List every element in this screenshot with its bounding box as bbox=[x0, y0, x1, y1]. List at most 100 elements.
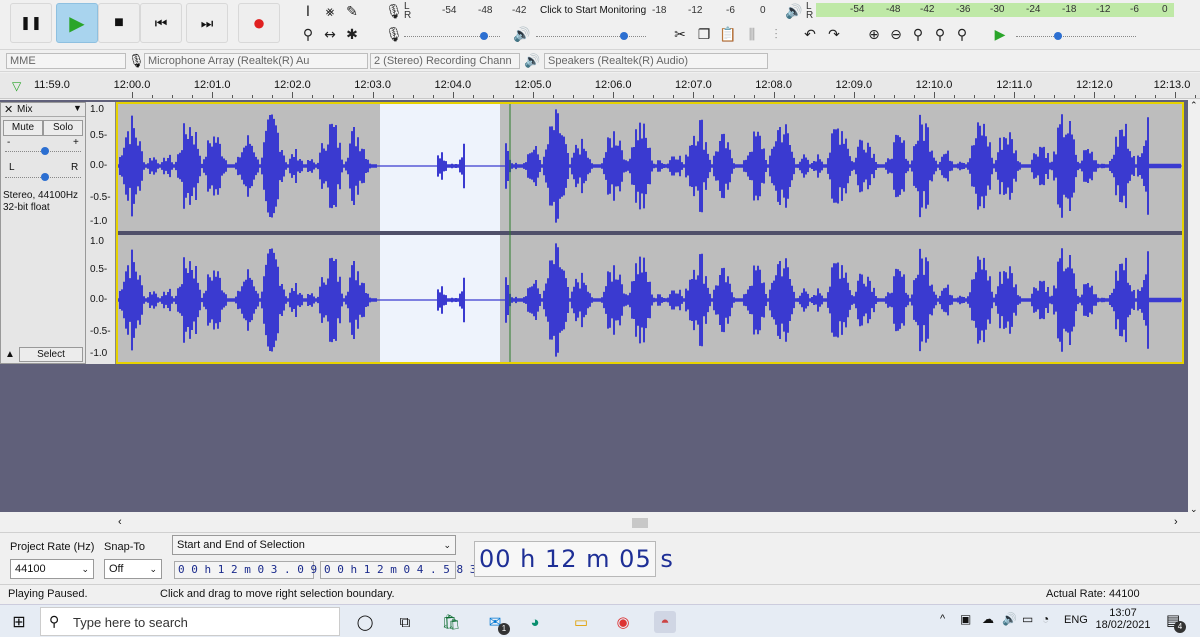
selection-format-select[interactable]: Start and End of Selection ⌄ bbox=[172, 535, 456, 555]
track-menu-arrow-icon[interactable]: ▼ bbox=[73, 103, 82, 113]
slider-knob[interactable] bbox=[620, 32, 628, 40]
undo-button[interactable]: ↶ bbox=[800, 25, 820, 45]
time-shift-tool[interactable]: ↔ bbox=[320, 25, 340, 45]
mail-app[interactable]: ✉ 1 bbox=[484, 611, 510, 635]
tray-app-icon[interactable]: ▣ bbox=[960, 612, 971, 626]
select-track-button[interactable]: Select bbox=[19, 347, 83, 362]
clock[interactable]: 13:07 18/02/2021 bbox=[1094, 607, 1152, 637]
vertical-amplitude-ruler[interactable]: 1.0 0.5- 0.0- -0.5- -1.0 1.0 0.5- 0.0- -… bbox=[86, 102, 116, 364]
play-button[interactable]: ▶ bbox=[56, 3, 98, 43]
taskbar-search-box[interactable]: ⚲ Type here to search bbox=[40, 607, 340, 636]
timeline-tick bbox=[994, 95, 996, 98]
vertical-scrollbar[interactable]: ⌃ ⌄ bbox=[1188, 100, 1200, 532]
slider-knob[interactable] bbox=[41, 173, 49, 181]
language-indicator[interactable]: ENG bbox=[1064, 614, 1088, 626]
track-name[interactable]: Mix bbox=[17, 104, 33, 115]
slider-knob[interactable] bbox=[480, 32, 488, 40]
ruler-label: 0.0- bbox=[90, 294, 108, 305]
start-button[interactable]: ⊞ bbox=[8, 611, 30, 633]
recording-device-select[interactable]: Microphone Array (Realtek(R) Au bbox=[144, 53, 368, 69]
multi-tool[interactable]: ✱ bbox=[342, 25, 362, 45]
waveform-svg[interactable] bbox=[118, 104, 1182, 362]
scroll-thumb[interactable] bbox=[632, 518, 648, 528]
playback-volume-slider[interactable] bbox=[536, 30, 646, 42]
zoom-in-button[interactable]: ⊕ bbox=[864, 25, 884, 45]
waveform-area[interactable] bbox=[116, 102, 1184, 364]
playback-device-select[interactable]: Speakers (Realtek(R) Audio) bbox=[544, 53, 768, 69]
scroll-up-icon[interactable]: ⌃ bbox=[1190, 100, 1198, 111]
wifi-icon[interactable]: ◔ bbox=[1042, 612, 1049, 626]
onedrive-icon[interactable]: ☁ bbox=[982, 612, 994, 626]
envelope-tool[interactable]: ⨳ bbox=[320, 2, 340, 22]
clock-time: 13:07 bbox=[1109, 607, 1137, 619]
play-meter-speaker[interactable]: 🔊 bbox=[784, 2, 804, 22]
timeline-options-icon[interactable]: ▽ bbox=[12, 79, 21, 93]
paste-button[interactable]: 📋 bbox=[718, 25, 738, 45]
cut-button[interactable]: ✂ bbox=[670, 25, 690, 45]
recording-channels-select[interactable]: 2 (Stereo) Recording Chann bbox=[370, 53, 520, 69]
edge-app[interactable]: ◕ bbox=[524, 611, 546, 633]
scroll-down-icon[interactable]: ⌄ bbox=[1190, 504, 1198, 515]
selection-tool[interactable]: I bbox=[298, 2, 318, 22]
zoom-toggle-button[interactable]: ⚲ bbox=[952, 25, 972, 45]
file-explorer-app[interactable]: ▭ bbox=[570, 611, 592, 633]
tray-chevron-icon[interactable]: ^ bbox=[940, 613, 945, 625]
collapse-track-icon[interactable]: ▲ bbox=[5, 349, 15, 360]
fit-project-button[interactable]: ⚲ bbox=[930, 25, 950, 45]
redo-button[interactable]: ↷ bbox=[824, 25, 844, 45]
skip-to-end-button[interactable]: ⏭ bbox=[186, 3, 228, 43]
rec-tick: -18 bbox=[652, 5, 667, 16]
draw-tool[interactable]: ✎ bbox=[342, 2, 362, 22]
stop-button[interactable]: ■ bbox=[98, 3, 140, 43]
snap-to-select[interactable]: Off ⌄ bbox=[104, 559, 162, 579]
timeline-tick-label: 12:01.0 bbox=[193, 79, 231, 91]
pan-left-label: L bbox=[9, 162, 15, 173]
close-track-icon[interactable]: ✕ bbox=[4, 103, 13, 116]
cortana-button[interactable]: ◯ bbox=[354, 611, 376, 633]
timeline-tick bbox=[693, 92, 695, 98]
selection-start-time[interactable]: 0 0 h 1 2 m 0 3 . 0 9 6 s bbox=[174, 561, 344, 579]
mute-button[interactable]: Mute bbox=[3, 120, 43, 136]
volume-icon[interactable]: 🔊 bbox=[1002, 612, 1017, 626]
zoom-out-button[interactable]: ⊖ bbox=[886, 25, 906, 45]
gain-slider[interactable] bbox=[5, 147, 81, 157]
skip-to-start-button[interactable]: ⏮ bbox=[140, 3, 182, 43]
recording-volume-slider[interactable] bbox=[404, 30, 500, 42]
record-meter[interactable]: -54 -48 -42 Click to Start Monitoring -1… bbox=[414, 4, 666, 18]
copy-button[interactable]: ❐ bbox=[694, 25, 714, 45]
record-button[interactable]: ● bbox=[238, 3, 280, 43]
slider-knob[interactable] bbox=[41, 147, 49, 155]
timeline-tick bbox=[1174, 92, 1176, 98]
start-monitoring-message[interactable]: Click to Start Monitoring bbox=[540, 5, 646, 16]
record-meter-mic[interactable]: 🎙 bbox=[384, 2, 404, 22]
solo-button[interactable]: Solo bbox=[43, 120, 83, 136]
play-at-speed-button[interactable]: ▶ bbox=[990, 25, 1010, 45]
timeline-ruler[interactable]: ▽ 11:59.0 12:00.0 12:01.0 12:02.0 12:03.0 12… bbox=[0, 73, 1200, 99]
battery-icon[interactable]: ▭ bbox=[1022, 612, 1033, 626]
zoom-tool[interactable]: ⚲ bbox=[298, 25, 318, 45]
timeline-tick bbox=[252, 95, 254, 98]
playback-meter[interactable]: -54 -48 -42 -36 -30 -24 -18 -12 -6 0 bbox=[816, 3, 1174, 17]
record-icon: ● bbox=[252, 10, 266, 35]
play-speed-slider[interactable] bbox=[1016, 30, 1136, 42]
notifications-button[interactable]: ▤ 4 bbox=[1164, 611, 1186, 633]
horizontal-scrollbar[interactable]: ‹ › bbox=[116, 516, 1188, 530]
project-rate-select[interactable]: 44100 ⌄ bbox=[10, 559, 94, 579]
audio-position-display[interactable]: 00 h 12 m 05 s bbox=[474, 541, 673, 577]
chrome-app[interactable]: ◉ bbox=[612, 611, 634, 633]
fit-selection-button[interactable]: ⚲ bbox=[908, 25, 928, 45]
selection-end-value: 0 0 h 1 2 m 0 4 . 5 8 3 s bbox=[324, 563, 490, 576]
scroll-right-icon[interactable]: › bbox=[1174, 516, 1178, 528]
audacity-app[interactable]: ◓ bbox=[654, 611, 676, 633]
pause-button[interactable]: ❚❚ bbox=[10, 3, 52, 43]
scroll-left-icon[interactable]: ‹ bbox=[118, 516, 122, 528]
silence-button[interactable]: ⫶ bbox=[766, 25, 786, 45]
selection-end-time[interactable]: 0 0 h 1 2 m 0 4 . 5 8 3 s bbox=[320, 561, 490, 579]
pan-slider[interactable] bbox=[5, 173, 81, 183]
slider-knob[interactable] bbox=[1054, 32, 1062, 40]
edge-icon: ◕ bbox=[530, 613, 540, 631]
audio-host-select[interactable]: MME bbox=[6, 53, 126, 69]
trim-button[interactable]: ⫼ bbox=[742, 25, 762, 45]
store-app[interactable]: 🛍 bbox=[440, 611, 462, 633]
task-view-button[interactable]: ⧉ bbox=[394, 611, 416, 633]
